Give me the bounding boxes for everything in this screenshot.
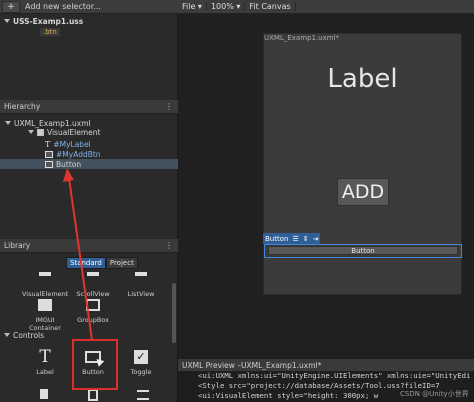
label-icon: T xyxy=(45,139,51,149)
library-title: Library xyxy=(4,241,31,250)
library-item-listview[interactable]: ListView xyxy=(118,270,164,298)
selector-label: .btn xyxy=(40,28,60,36)
hierarchy-item-label: Button xyxy=(56,159,82,169)
library-item-label-text: Label xyxy=(36,368,54,376)
hierarchy-item-label: #MyLabel xyxy=(53,139,91,149)
button-icon xyxy=(45,150,53,158)
canvas-button[interactable]: Button xyxy=(268,246,458,255)
zoom-menu[interactable]: 100% ▾ xyxy=(207,2,246,11)
library-item-imgui-container[interactable]: IMGUI Container xyxy=(22,296,68,332)
add-button[interactable]: + xyxy=(2,0,20,13)
imgui-container-icon xyxy=(36,296,54,314)
uxml-preview-title: UXML Preview –UXML_Examp1.uxml* xyxy=(182,360,322,370)
toggle-icon: ✓ xyxy=(132,348,150,366)
controls-section-header[interactable]: Controls xyxy=(4,330,44,340)
align-vertical-icon[interactable]: ⇕ xyxy=(303,235,309,243)
hierarchy-title: Hierarchy xyxy=(4,102,41,111)
library-menu-icon[interactable]: ⋮ xyxy=(165,241,173,250)
unity-ui-builder-window: + Add new selector... USS-Examp1.uss .bt… xyxy=(0,0,474,402)
library-item-label-text: Toggle xyxy=(130,368,152,376)
viewport-toolbar: File ▾ 100% ▾ Fit Canvas xyxy=(178,0,474,14)
canvas-label[interactable]: Label xyxy=(263,64,462,94)
hierarchy-menu-icon[interactable]: ⋮ xyxy=(165,102,173,111)
library-item-label: ListView xyxy=(127,290,155,298)
expand-arrow-icon[interactable] xyxy=(4,333,10,337)
scrollview-icon xyxy=(84,270,102,288)
stretch-icon[interactable]: ⇥ xyxy=(313,235,319,243)
groupbox-icon xyxy=(84,296,102,314)
button-highlight-box xyxy=(72,339,118,390)
library-tabs: Standard Project xyxy=(66,257,138,269)
hierarchy-item-visualelement[interactable]: VisualElement xyxy=(28,127,100,137)
library-scrollbar[interactable] xyxy=(172,283,176,343)
hierarchy-item-label: #MyAddBtn xyxy=(56,149,101,159)
library-item-groupbox[interactable]: GroupBox xyxy=(70,296,116,324)
library-item-partial-icon xyxy=(88,389,98,401)
tab-project[interactable]: Project xyxy=(105,257,138,269)
library-header: Library ⋮ xyxy=(0,239,178,253)
canvas-add-button[interactable]: ADD xyxy=(337,178,389,206)
controls-title: Controls xyxy=(13,330,45,340)
selected-tag-label: Button xyxy=(265,234,289,243)
expand-arrow-icon[interactable] xyxy=(5,121,11,125)
code-line: <ui:UXML xmlns:ui="UnityEngine.UIElement… xyxy=(198,371,471,380)
stylesheet-file-row[interactable]: USS-Examp1.uss xyxy=(4,16,83,26)
file-menu[interactable]: File ▾ xyxy=(178,2,207,11)
library-item-visualelement[interactable]: VisualElement xyxy=(22,270,68,298)
library-item-scrollview[interactable]: ScrollView xyxy=(70,270,116,298)
add-selector-field[interactable]: Add new selector... xyxy=(25,2,101,11)
library-item-label: GroupBox xyxy=(77,316,109,324)
stylesheet-file-label: USS-Examp1.uss xyxy=(13,16,84,26)
visual-element-icon xyxy=(36,270,54,288)
watermark: CSDN @Unity小世界 xyxy=(400,390,469,398)
listview-icon xyxy=(132,270,150,288)
hierarchy-item-mylabel[interactable]: T #MyLabel xyxy=(45,139,91,149)
hierarchy-item-myaddbtn[interactable]: #MyAddBtn xyxy=(45,149,101,159)
expand-arrow-icon[interactable] xyxy=(28,130,34,134)
library-item-partial-icon xyxy=(137,390,149,400)
selector-row[interactable]: .btn xyxy=(40,27,60,37)
visual-element-icon xyxy=(37,128,44,136)
selected-element-tag[interactable]: Button ☰ ⇕ ⇥ xyxy=(263,233,321,244)
hierarchy-header: Hierarchy ⋮ xyxy=(0,100,178,114)
uxml-preview-header: UXML Preview –UXML_Examp1.uxml* xyxy=(178,358,474,371)
tab-standard[interactable]: Standard xyxy=(66,257,106,269)
hierarchy-item-label: VisualElement xyxy=(47,127,101,137)
document-title: UXML_Examp1.uxml* xyxy=(264,34,339,42)
stylesheets-toolbar: + Add new selector... xyxy=(0,0,178,14)
library-item-label[interactable]: T Label xyxy=(22,347,68,376)
label-icon: T xyxy=(39,347,51,367)
library-item-toggle[interactable]: ✓ Toggle xyxy=(118,348,164,376)
fit-canvas-button[interactable]: Fit Canvas xyxy=(245,2,296,11)
button-icon xyxy=(45,160,53,168)
hierarchy-item-button[interactable]: Button xyxy=(0,159,178,169)
library-item-partial-icon xyxy=(40,389,48,399)
left-pane: + Add new selector... USS-Examp1.uss .bt… xyxy=(0,0,178,402)
align-icon[interactable]: ☰ xyxy=(292,235,298,243)
expand-arrow-icon[interactable] xyxy=(4,19,10,23)
